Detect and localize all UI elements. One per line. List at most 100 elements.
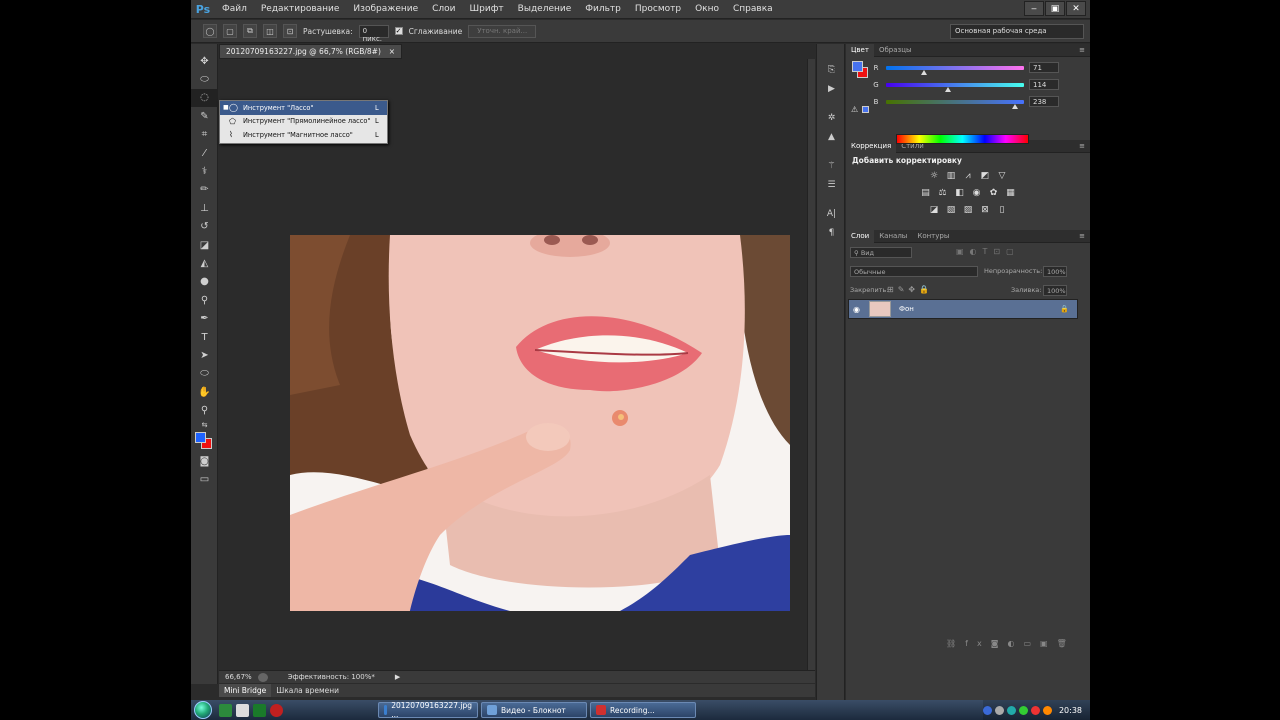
color-lookup-icon[interactable]: ▦	[1005, 187, 1017, 199]
history-brush-tool[interactable]: ↺	[191, 218, 218, 236]
green-slider-thumb[interactable]	[945, 86, 951, 92]
menu-edit[interactable]: Редактирование	[254, 0, 347, 19]
photo-filter-icon[interactable]: ◉	[971, 187, 983, 199]
tab-color[interactable]: Цвет	[846, 43, 874, 57]
menu-select[interactable]: Выделение	[511, 0, 579, 19]
document-tab[interactable]: 20120709163227.jpg @ 66,7% (RGB/8#) ×	[219, 44, 402, 59]
blur-tool[interactable]: ●	[191, 273, 218, 291]
tab-swatches[interactable]: Образцы	[874, 44, 917, 57]
adjust-panel-button[interactable]: ✲	[817, 108, 846, 127]
hue-saturation-icon[interactable]: ▤	[920, 187, 932, 199]
lasso-tool[interactable]: ◌	[191, 88, 218, 108]
paragraph-panel-button[interactable]: ¶	[817, 223, 846, 242]
add-to-selection-button[interactable]: ⧉	[243, 24, 257, 38]
red-value[interactable]: 71	[1029, 62, 1059, 73]
history-panel-button[interactable]: ⎘	[817, 60, 846, 79]
menu-view[interactable]: Просмотр	[628, 0, 688, 19]
threshold-icon[interactable]: ▨	[962, 204, 974, 216]
brush-presets-button[interactable]: ☰	[817, 175, 846, 194]
shape-tool[interactable]: ⬭	[191, 365, 218, 383]
brush-panel-button[interactable]: ⚚	[817, 156, 846, 175]
taskbar-item-notepad[interactable]: Видео - Блокнот	[481, 702, 587, 718]
quicklaunch-record-icon[interactable]	[270, 703, 283, 717]
type-tool[interactable]: T	[191, 328, 218, 346]
restore-button[interactable]: ▣	[1045, 1, 1065, 16]
antialias-checkbox[interactable]: ✓	[394, 27, 403, 35]
canvas-area[interactable]	[219, 59, 815, 670]
subtract-selection-button[interactable]: ◫	[263, 24, 277, 38]
minimize-button[interactable]: ‒	[1024, 1, 1044, 16]
eraser-tool[interactable]: ◪	[191, 236, 218, 254]
quick-mask-button[interactable]: ◙	[191, 452, 218, 470]
actions-panel-button[interactable]: ▶	[817, 79, 846, 98]
curves-icon[interactable]: ⩘	[962, 170, 974, 182]
refine-edge-button[interactable]: Уточн. край...	[468, 24, 537, 38]
tab-layers[interactable]: Слои	[846, 229, 875, 243]
histogram-panel-button[interactable]: ▲	[817, 127, 846, 146]
volume-icon[interactable]	[994, 705, 1004, 715]
crop-tool[interactable]: ⌗	[191, 126, 218, 144]
brightness-icon[interactable]: ☼	[928, 170, 940, 182]
quicklaunch-app-icon[interactable]	[219, 703, 232, 717]
workspace-select[interactable]: Основная рабочая среда	[950, 24, 1084, 39]
layer-filter-select[interactable]: ⚲ Вид	[850, 247, 912, 258]
blue-value[interactable]: 238	[1029, 96, 1059, 107]
blend-mode-select[interactable]: Обычные	[850, 266, 978, 277]
red-slider-thumb[interactable]	[921, 69, 927, 75]
skype-icon[interactable]	[1018, 705, 1028, 715]
green-slider[interactable]	[886, 82, 1024, 92]
clone-stamp-tool[interactable]: ⊥	[191, 199, 218, 217]
new-selection-button[interactable]: ▢	[223, 24, 237, 38]
fg-color-swatch[interactable]	[852, 61, 863, 72]
menu-help[interactable]: Справка	[726, 0, 780, 19]
posterize-icon[interactable]: ▧	[945, 204, 957, 216]
document-image[interactable]	[290, 235, 790, 611]
screen-mode-button[interactable]: ▭	[191, 470, 218, 488]
channel-mixer-icon[interactable]: ✿	[988, 187, 1000, 199]
clock[interactable]: 20:38	[1059, 706, 1082, 715]
selective-color-icon[interactable]: ⊠	[979, 204, 991, 216]
pen-tool[interactable]: ✒	[191, 309, 218, 327]
dodge-tool[interactable]: ⚲	[191, 291, 218, 309]
tab-paths[interactable]: Контуры	[912, 230, 954, 243]
opacity-input[interactable]: 100%	[1043, 266, 1067, 277]
taskbar-item-photoshop[interactable]: 20120709163227.jpg ...	[378, 701, 478, 719]
character-panel-button[interactable]: A|	[817, 204, 846, 223]
color-spectrum-bar[interactable]	[896, 134, 1029, 144]
network-icon[interactable]	[982, 705, 992, 715]
feather-input[interactable]: 0 пикс.	[358, 24, 389, 43]
brush-tool[interactable]: ✏	[191, 181, 218, 199]
layers-footer-buttons[interactable]: ⛓fx◙◐▭▣🗑	[946, 639, 1076, 648]
tray-app-icon[interactable]	[1006, 705, 1016, 715]
lock-icons[interactable]: ⊞✎✥🔒	[887, 285, 933, 294]
black-white-icon[interactable]: ◧	[954, 187, 966, 199]
flyout-item-magnetic-lasso[interactable]: ⌇ Инструмент "Магнитное лассо" L	[220, 128, 387, 142]
color-balance-icon[interactable]: ⚖	[937, 187, 949, 199]
hand-tool[interactable]: ✋	[191, 383, 218, 401]
tab-adjustments[interactable]: Коррекция	[846, 139, 897, 153]
close-tab-icon[interactable]: ×	[389, 47, 395, 56]
panel-menu-icon[interactable]: ≡	[1079, 142, 1090, 150]
vertical-scrollbar[interactable]	[807, 59, 815, 670]
layer-row-background[interactable]: ◉ Фон 🔒	[848, 299, 1078, 319]
foreground-color[interactable]	[195, 431, 206, 443]
panel-menu-icon[interactable]: ≡	[1079, 232, 1090, 240]
language-icon[interactable]	[1042, 705, 1052, 715]
tab-timeline[interactable]: Шкала времени	[271, 684, 344, 697]
tab-mini-bridge[interactable]: Mini Bridge	[219, 684, 272, 697]
menu-window[interactable]: Окно	[688, 0, 726, 19]
intersect-selection-button[interactable]: ⊡	[283, 24, 297, 38]
fill-input[interactable]: 100%	[1043, 285, 1067, 296]
tool-preset-picker[interactable]: ◯	[203, 24, 217, 38]
toolbox-grip[interactable]	[191, 44, 218, 52]
quick-selection-tool[interactable]: ✎	[191, 107, 218, 125]
panel-menu-icon[interactable]: ≡	[1079, 46, 1090, 54]
layer-filter-icons[interactable]: ▣◐T⊡▢	[956, 247, 1020, 256]
menu-layers[interactable]: Слои	[425, 0, 462, 19]
close-button[interactable]: ✕	[1066, 1, 1086, 16]
gradient-map-icon[interactable]: ▯	[996, 204, 1008, 216]
vibrance-icon[interactable]: ▽	[996, 170, 1008, 182]
quicklaunch-notepad-icon[interactable]	[236, 703, 249, 717]
visibility-eye-icon[interactable]: ◉	[853, 305, 863, 314]
move-tool[interactable]: ✥	[191, 52, 218, 70]
